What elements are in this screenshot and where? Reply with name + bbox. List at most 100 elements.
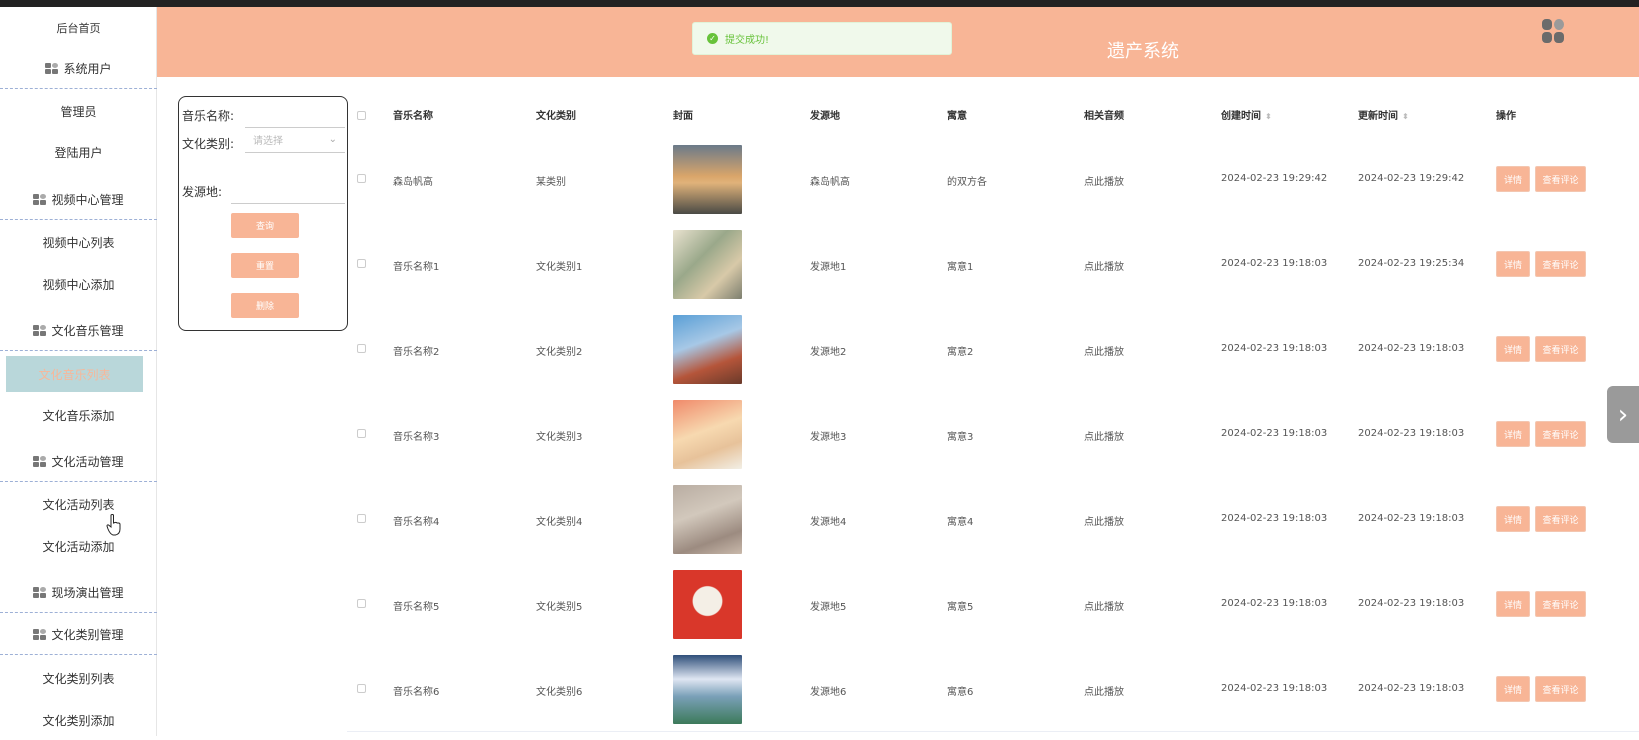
cell-updated: 2024-02-23 19:18:03 <box>1358 598 1465 609</box>
query-button[interactable]: 查询 <box>231 213 299 238</box>
select-all-checkbox[interactable] <box>357 111 366 120</box>
play-audio-link[interactable]: 点此播放 <box>1084 513 1124 528</box>
cover-image[interactable] <box>673 230 742 299</box>
cell-meaning: 寓意2 <box>947 347 974 358</box>
cell-created: 2024-02-23 19:29:42 <box>1221 173 1328 184</box>
reset-button[interactable]: 重置 <box>231 253 299 278</box>
cover-image[interactable] <box>673 655 742 724</box>
play-audio-link[interactable]: 点此播放 <box>1084 598 1124 613</box>
cell-meaning: 寓意5 <box>947 602 974 613</box>
detail-button[interactable]: 详情 <box>1496 506 1530 532</box>
cover-image[interactable] <box>673 570 742 639</box>
sidebar-group-video[interactable]: 视频中心管理 <box>0 180 157 220</box>
chevron-down-icon: ⌄ <box>328 134 337 145</box>
origin-input[interactable] <box>231 203 345 204</box>
sidebar-item-music-list[interactable]: 文化音乐列表 <box>6 356 143 392</box>
row-checkbox[interactable] <box>357 684 366 693</box>
cell-culture-type: 文化类别6 <box>536 687 583 698</box>
chevron-right-icon[interactable]: › <box>1607 386 1639 443</box>
cell-music-name: 森岛帆高 <box>393 177 433 188</box>
delete-button[interactable]: 删除 <box>231 293 299 318</box>
cell-music-name: 音乐名称1 <box>393 262 440 273</box>
play-audio-link[interactable]: 点此播放 <box>1084 173 1124 188</box>
sidebar-item-music-add[interactable]: 文化音乐添加 <box>0 395 157 435</box>
sidebar-item-label: 文化类别列表 <box>42 671 115 686</box>
sidebar-item-category-list[interactable]: 文化类别列表 <box>0 658 157 698</box>
sidebar-item-login-users[interactable]: 登陆用户 <box>0 132 157 172</box>
cell-updated: 2024-02-23 19:18:03 <box>1358 683 1465 694</box>
row-checkbox[interactable] <box>357 259 366 268</box>
culture-type-select[interactable]: 请选择 ⌄ <box>245 127 345 153</box>
sidebar-item-video-add[interactable]: 视频中心添加 <box>0 264 157 304</box>
cover-image[interactable] <box>673 400 742 469</box>
detail-button[interactable]: 详情 <box>1496 676 1530 702</box>
cell-origin: 森岛帆高 <box>810 177 850 188</box>
view-comments-button[interactable]: 查看评论 <box>1535 676 1586 702</box>
play-audio-link[interactable]: 点此播放 <box>1084 343 1124 358</box>
play-audio-link[interactable]: 点此播放 <box>1084 428 1124 443</box>
cell-music-name: 音乐名称3 <box>393 432 440 443</box>
row-checkbox[interactable] <box>357 599 366 608</box>
culture-type-label: 文化类别: <box>182 137 235 151</box>
sidebar-item-activity-add[interactable]: 文化活动添加 <box>0 526 157 566</box>
play-audio-link[interactable]: 点此播放 <box>1084 683 1124 698</box>
toast-message: 提交成功! <box>725 35 770 46</box>
sidebar-item-label: 文化活动管理 <box>51 455 124 469</box>
detail-button[interactable]: 详情 <box>1496 336 1530 362</box>
sidebar-group-category[interactable]: 文化类别管理 <box>0 615 157 655</box>
cell-origin: 发源地6 <box>810 687 847 698</box>
cell-origin: 发源地1 <box>810 262 847 273</box>
sidebar-item-activity-list[interactable]: 文化活动列表 <box>0 484 157 524</box>
table-row: 音乐名称4 文化类别4 发源地4 寓意4 点此播放 2024-02-23 19:… <box>347 477 1639 562</box>
row-checkbox[interactable] <box>357 174 366 183</box>
view-comments-button[interactable]: 查看评论 <box>1535 166 1586 192</box>
sidebar-item-label: 系统用户 <box>63 62 112 76</box>
view-comments-button[interactable]: 查看评论 <box>1535 506 1586 532</box>
cell-music-name: 音乐名称6 <box>393 687 440 698</box>
sidebar-item-admin[interactable]: 管理员 <box>0 91 157 131</box>
cell-origin: 发源地3 <box>810 432 847 443</box>
cell-meaning: 寓意1 <box>947 262 974 273</box>
detail-button[interactable]: 详情 <box>1496 591 1530 617</box>
sidebar-group-activity[interactable]: 文化活动管理 <box>0 442 157 482</box>
cover-image[interactable] <box>673 145 742 214</box>
sidebar-group-music[interactable]: 文化音乐管理 <box>0 311 157 351</box>
row-checkbox[interactable] <box>357 514 366 523</box>
cover-image[interactable] <box>673 315 742 384</box>
table-row: 音乐名称3 文化类别3 发源地3 寓意3 点此播放 2024-02-23 19:… <box>347 392 1639 477</box>
sidebar-group-system-users[interactable]: 系统用户 <box>0 49 157 89</box>
row-checkbox[interactable] <box>357 429 366 438</box>
view-comments-button[interactable]: 查看评论 <box>1535 336 1586 362</box>
music-name-label: 音乐名称: <box>182 109 235 123</box>
cell-updated: 2024-02-23 19:18:03 <box>1358 343 1465 354</box>
sidebar-group-performance[interactable]: 现场演出管理 <box>0 573 157 613</box>
cell-created: 2024-02-23 19:18:03 <box>1221 258 1328 269</box>
detail-button[interactable]: 详情 <box>1496 166 1530 192</box>
sidebar-item-video-list[interactable]: 视频中心列表 <box>0 222 157 262</box>
sidebar-item-category-add[interactable]: 文化类别添加 <box>0 700 157 740</box>
sidebar-item-home[interactable]: 后台首页 <box>0 8 157 48</box>
cell-created: 2024-02-23 19:18:03 <box>1221 598 1328 609</box>
detail-button[interactable]: 详情 <box>1496 421 1530 447</box>
table-row: 森岛帆高 某类别 森岛帆高 的双方各 点此播放 2024-02-23 19:29… <box>347 137 1639 222</box>
sidebar-item-label: 视频中心管理 <box>51 193 124 207</box>
cell-culture-type: 文化类别4 <box>536 517 583 528</box>
column-header-updated[interactable]: 更新时间 ⬍ <box>1358 107 1409 122</box>
cover-image[interactable] <box>673 485 742 554</box>
sort-icon: ⬍ <box>1402 112 1409 121</box>
module-icon <box>33 628 47 641</box>
column-header-created[interactable]: 创建时间 ⬍ <box>1221 107 1272 122</box>
grid-logo-icon[interactable] <box>1542 19 1566 45</box>
view-comments-button[interactable]: 查看评论 <box>1535 421 1586 447</box>
table-row: 音乐名称1 文化类别1 发源地1 寓意1 点此播放 2024-02-23 19:… <box>347 222 1639 307</box>
view-comments-button[interactable]: 查看评论 <box>1535 591 1586 617</box>
column-header-cover: 封面 <box>673 111 693 122</box>
detail-button[interactable]: 详情 <box>1496 251 1530 277</box>
sidebar-item-label: 登陆用户 <box>54 145 103 160</box>
view-comments-button[interactable]: 查看评论 <box>1535 251 1586 277</box>
cell-updated: 2024-02-23 19:25:34 <box>1358 258 1465 269</box>
play-audio-link[interactable]: 点此播放 <box>1084 258 1124 273</box>
sidebar-item-label: 文化活动列表 <box>42 497 115 512</box>
table-row: 音乐名称6 文化类别6 发源地6 寓意6 点此播放 2024-02-23 19:… <box>347 647 1639 732</box>
row-checkbox[interactable] <box>357 344 366 353</box>
